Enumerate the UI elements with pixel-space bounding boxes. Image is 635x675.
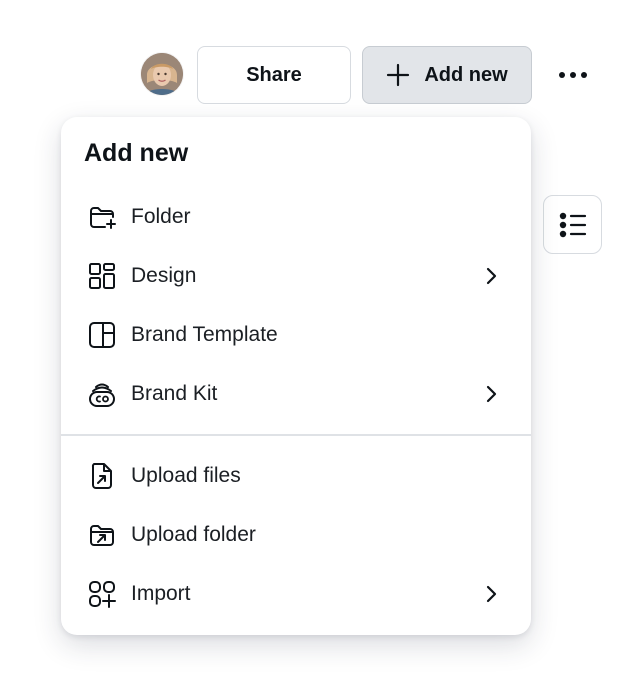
plus-icon [387,63,410,87]
menu-item-design[interactable]: Design [61,249,531,303]
menu-item-import[interactable]: Import [61,567,531,621]
brand-kit-icon [87,379,117,409]
brand-template-icon [87,320,117,350]
chevron-right-icon [486,267,497,285]
upload-file-icon [87,461,117,491]
menu-divider [61,434,531,436]
menu-item-folder[interactable]: Folder [61,190,531,244]
add-new-menu: Add new Folder Design Brand Template Bra… [61,117,531,635]
import-icon [87,579,117,609]
avatar-image [141,53,183,95]
menu-item-label: Brand Kit [131,382,218,405]
page: Share Add new Add new Folder Design Bran… [0,0,635,675]
menu-item-upload-files[interactable]: Upload files [61,449,531,503]
menu-item-label: Upload folder [131,523,256,546]
share-button-label: Share [246,63,302,86]
menu-item-label: Import [131,582,191,605]
user-avatar[interactable] [141,53,183,95]
menu-item-label: Folder [131,205,191,228]
more-options-button[interactable] [553,56,593,94]
design-grid-icon [87,261,117,291]
chevron-right-icon [486,585,497,603]
menu-item-upload-folder[interactable]: Upload folder [61,508,531,562]
menu-title: Add new [84,139,189,167]
menu-item-label: Upload files [131,464,241,487]
menu-item-label: Brand Template [131,323,278,346]
menu-item-brand-kit[interactable]: Brand Kit [61,367,531,421]
chevron-right-icon [486,385,497,403]
more-horizontal-icon [559,72,587,78]
add-new-button[interactable]: Add new [362,46,532,104]
list-view-icon [559,212,586,237]
folder-plus-icon [87,202,117,232]
add-new-button-label: Add new [424,63,508,86]
upload-folder-icon [87,520,117,550]
share-button[interactable]: Share [197,46,351,104]
list-view-button[interactable] [543,195,602,254]
menu-item-label: Design [131,264,197,287]
menu-item-brand-template[interactable]: Brand Template [61,308,531,362]
